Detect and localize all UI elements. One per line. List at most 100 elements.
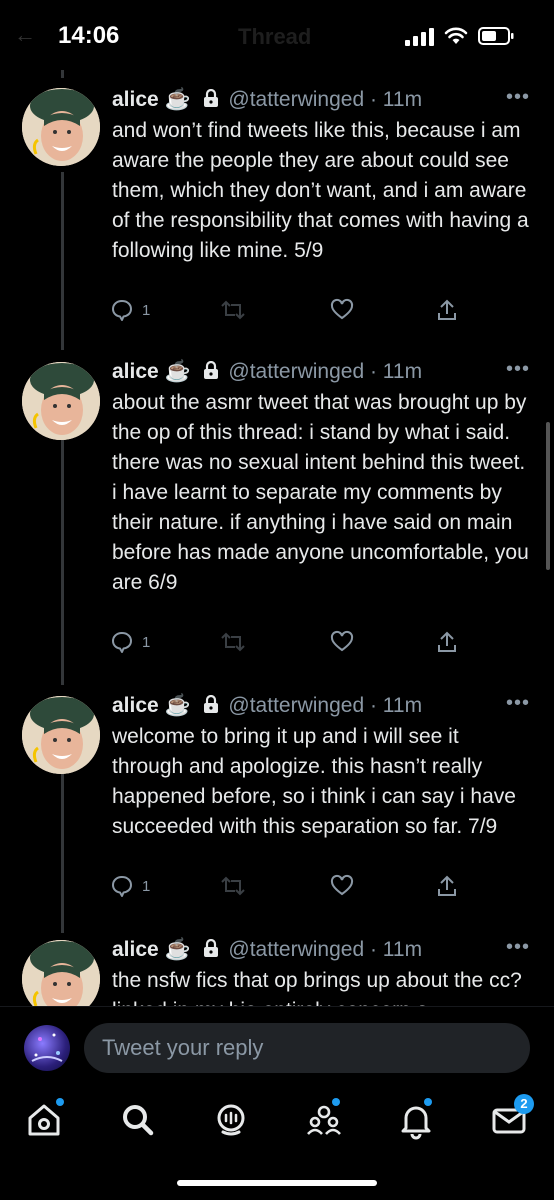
reply-button[interactable]: 1 <box>110 874 150 898</box>
share-button[interactable] <box>436 874 458 898</box>
avatar-image <box>31 1033 63 1062</box>
coffee-emoji: ☕ <box>164 360 191 383</box>
tab-home[interactable] <box>24 1098 64 1140</box>
avatar-image <box>22 940 100 1006</box>
display-name[interactable]: alice <box>112 938 159 961</box>
reply-count: 1 <box>142 633 151 651</box>
heart-icon <box>330 874 354 896</box>
share-icon <box>438 299 456 320</box>
like-button[interactable] <box>330 298 354 322</box>
bell-icon <box>401 1106 431 1140</box>
tweet-text: and won’t find tweets like this, because… <box>112 119 529 262</box>
retweet-button[interactable] <box>220 874 246 898</box>
notification-dot <box>332 1098 340 1106</box>
retweet-button[interactable] <box>220 298 246 322</box>
home-icon <box>28 1104 60 1136</box>
scrollbar[interactable] <box>546 422 550 570</box>
reply-count: 1 <box>142 301 151 319</box>
home-indicator[interactable] <box>177 1180 377 1186</box>
timestamp: · 11m <box>369 694 423 717</box>
notification-dot <box>424 1098 432 1106</box>
page-title: Thread <box>238 24 312 49</box>
avatar[interactable] <box>22 940 100 1006</box>
reply-icon <box>112 876 132 897</box>
handle[interactable]: @tatterwinged <box>228 88 364 111</box>
reply-button[interactable]: 1 <box>110 630 150 654</box>
handle[interactable]: @tatterwinged <box>228 694 364 717</box>
timestamp: · 11m <box>369 360 423 383</box>
notification-dot <box>56 1098 64 1106</box>
coffee-emoji: ☕ <box>164 938 191 961</box>
timestamp: · 11m <box>369 938 423 961</box>
tweet-actions: 1 <box>110 298 460 328</box>
reply-icon <box>112 632 132 653</box>
reply-input[interactable]: Tweet your reply <box>84 1023 530 1073</box>
more-icon[interactable]: ••• <box>506 86 530 109</box>
avatar-image <box>22 696 100 774</box>
display-name[interactable]: alice <box>112 694 159 717</box>
display-name[interactable]: alice <box>112 88 159 111</box>
my-avatar[interactable] <box>24 1025 70 1071</box>
share-icon <box>438 631 456 652</box>
heart-icon <box>330 298 354 320</box>
share-button[interactable] <box>436 298 458 322</box>
tweet[interactable]: alice ☕ @tatterwinged · 11m ••• welcome … <box>0 692 554 912</box>
tab-communities[interactable] <box>304 1098 344 1140</box>
tweet[interactable]: alice ☕ @tatterwinged · 11m ••• and won’… <box>0 84 554 334</box>
avatar-image <box>22 362 100 440</box>
handle[interactable]: @tatterwinged <box>228 360 364 383</box>
more-icon[interactable]: ••• <box>506 936 530 959</box>
coffee-emoji: ☕ <box>164 694 191 717</box>
tweet-header: alice ☕ @tatterwinged · 11m <box>112 360 422 384</box>
signal-icon <box>405 28 434 46</box>
tweet-header: alice ☕ @tatterwinged · 11m <box>112 694 422 718</box>
reply-icon <box>112 300 132 321</box>
like-button[interactable] <box>330 874 354 898</box>
lock-icon <box>203 361 218 379</box>
tweet-text: about the asmr tweet that was brought up… <box>112 391 529 594</box>
tweet-text: the nsfw fics that op brings up about th… <box>112 969 522 1006</box>
messages-badge: 2 <box>514 1094 534 1114</box>
thread-feed[interactable]: alice ☕ @tatterwinged · 11m ••• and won’… <box>0 70 554 1006</box>
timestamp: · 11m <box>369 88 423 111</box>
tweet-actions: 1 <box>110 630 460 660</box>
tab-messages[interactable]: 2 <box>490 1094 534 1140</box>
communities-icon <box>307 1105 341 1135</box>
lock-icon <box>203 89 218 107</box>
more-icon[interactable]: ••• <box>506 692 530 715</box>
search-icon <box>123 1105 154 1136</box>
tweet-text: welcome to bring it up and i will see it… <box>112 725 516 838</box>
avatar[interactable] <box>22 88 100 166</box>
battery-icon <box>478 27 514 45</box>
retweet-icon <box>221 300 245 320</box>
status-time: 14:06 <box>58 22 120 49</box>
wifi-icon <box>444 27 468 44</box>
tweet-header: alice ☕ @tatterwinged · 11m <box>112 938 422 962</box>
tab-search[interactable] <box>118 1100 158 1140</box>
tweet-header: alice ☕ @tatterwinged · 11m <box>112 88 422 112</box>
handle[interactable]: @tatterwinged <box>228 938 364 961</box>
heart-icon <box>330 630 354 652</box>
tweet-actions: 1 <box>110 874 460 904</box>
reply-count: 1 <box>142 877 151 895</box>
retweet-button[interactable] <box>220 630 246 654</box>
display-name[interactable]: alice <box>112 360 159 383</box>
spaces-icon <box>217 1104 245 1136</box>
tab-spaces[interactable] <box>211 1100 251 1140</box>
retweet-icon <box>221 876 245 896</box>
tweet[interactable]: alice ☕ @tatterwinged · 11m ••• about th… <box>0 358 554 678</box>
reply-button[interactable]: 1 <box>110 298 150 322</box>
share-icon <box>438 875 456 896</box>
retweet-icon <box>221 632 245 652</box>
more-icon[interactable]: ••• <box>506 358 530 381</box>
like-button[interactable] <box>330 630 354 654</box>
avatar[interactable] <box>22 362 100 440</box>
back-arrow-icon[interactable]: ← <box>14 22 36 48</box>
avatar-image <box>22 88 100 166</box>
avatar[interactable] <box>22 696 100 774</box>
lock-icon <box>203 695 218 713</box>
share-button[interactable] <box>436 630 458 654</box>
tweet[interactable]: alice ☕ @tatterwinged · 11m ••• the nsfw… <box>0 936 554 1006</box>
coffee-emoji: ☕ <box>164 88 191 111</box>
tab-notifications[interactable] <box>396 1098 436 1140</box>
